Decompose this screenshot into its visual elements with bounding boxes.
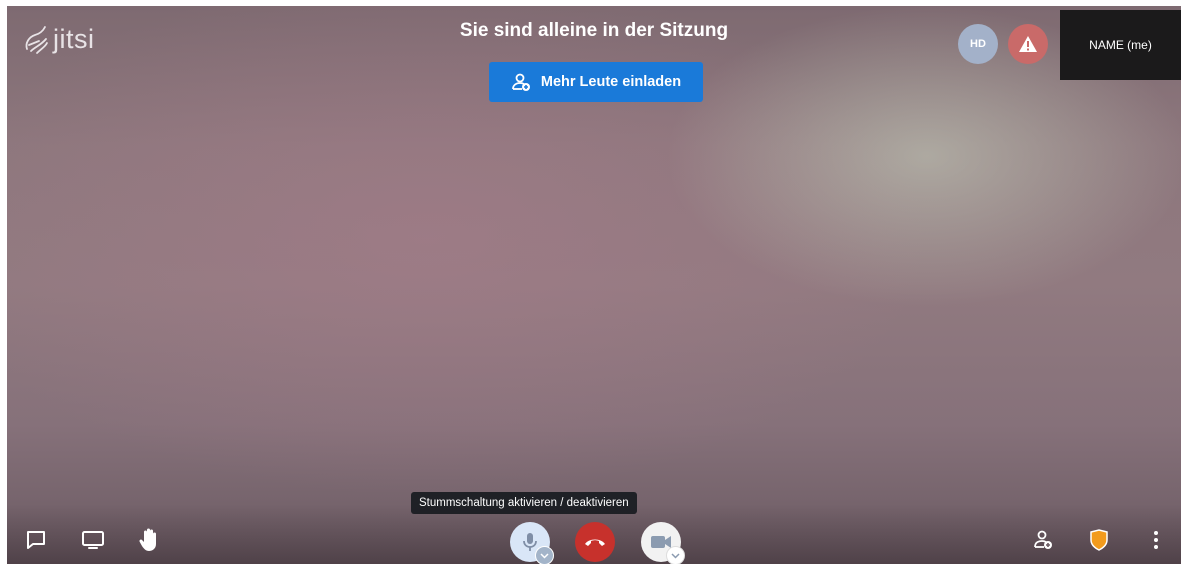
warning-icon	[1019, 36, 1037, 52]
more-icon	[1154, 531, 1158, 549]
invite-button-label: Mehr Leute einladen	[540, 74, 682, 90]
raise-hand-button[interactable]	[138, 528, 162, 552]
invite-button[interactable]	[1031, 528, 1055, 552]
invite-icon	[1034, 530, 1052, 549]
microphone-button[interactable]	[510, 522, 554, 564]
more-options-button[interactable]	[1144, 528, 1168, 552]
screen-share-icon	[82, 531, 104, 549]
hangup-button[interactable]	[575, 522, 615, 562]
security-options-button[interactable]	[1087, 528, 1111, 552]
chevron-down-icon	[540, 552, 549, 559]
security-shield-icon	[1090, 529, 1108, 551]
invite-more-people-button[interactable]: Mehr Leute einladen	[489, 62, 703, 102]
toolbar	[7, 504, 1181, 564]
chat-button[interactable]	[24, 528, 48, 552]
local-video-thumbnail[interactable]: NAME (me)	[1060, 10, 1181, 80]
chevron-down-icon	[671, 552, 680, 559]
video-stage: jitsi Sie sind alleine in der Sitzung Me…	[7, 6, 1181, 564]
hangup-icon	[585, 539, 605, 546]
connection-warning-badge[interactable]	[1008, 24, 1048, 64]
raise-hand-icon	[139, 528, 156, 551]
video-quality-badge[interactable]: HD	[958, 24, 998, 64]
screen-share-button[interactable]	[81, 528, 105, 552]
video-settings-toggle[interactable]	[666, 546, 685, 564]
chat-icon	[27, 531, 45, 549]
camera-button[interactable]	[641, 522, 685, 564]
local-participant-name: NAME (me)	[1089, 38, 1152, 52]
audio-settings-toggle[interactable]	[535, 546, 554, 564]
add-person-icon	[511, 73, 530, 91]
page-title: Sie sind alleine in der Sitzung	[459, 20, 729, 41]
